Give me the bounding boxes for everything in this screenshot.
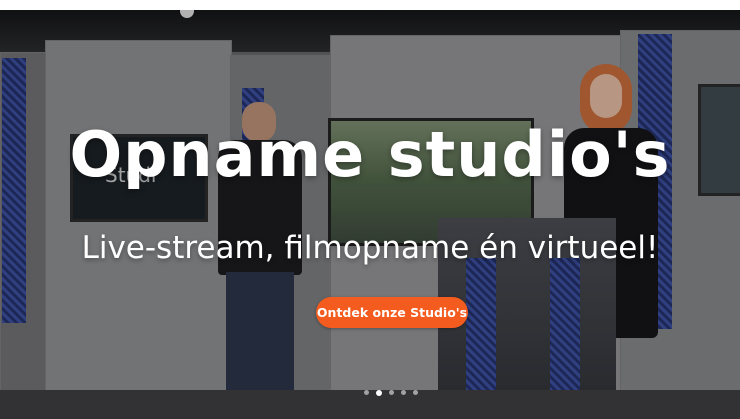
carousel-dot-5[interactable] (413, 390, 418, 395)
hero-overlay (0, 10, 740, 419)
hero-subtitle: Live-stream, filmopname én virtueel! (81, 230, 659, 266)
hero-banner: Studi Opname studio's Live-stream, filmo… (0, 10, 740, 419)
carousel-dot-1[interactable] (364, 390, 369, 395)
hero-title: Opname studio's (69, 118, 671, 191)
carousel-dot-4[interactable] (401, 390, 406, 395)
carousel-indicators (364, 389, 418, 396)
discover-studios-button[interactable]: Ontdek onze Studio's (316, 297, 468, 328)
carousel-dot-2[interactable] (376, 389, 382, 396)
carousel-dot-3[interactable] (389, 390, 394, 395)
